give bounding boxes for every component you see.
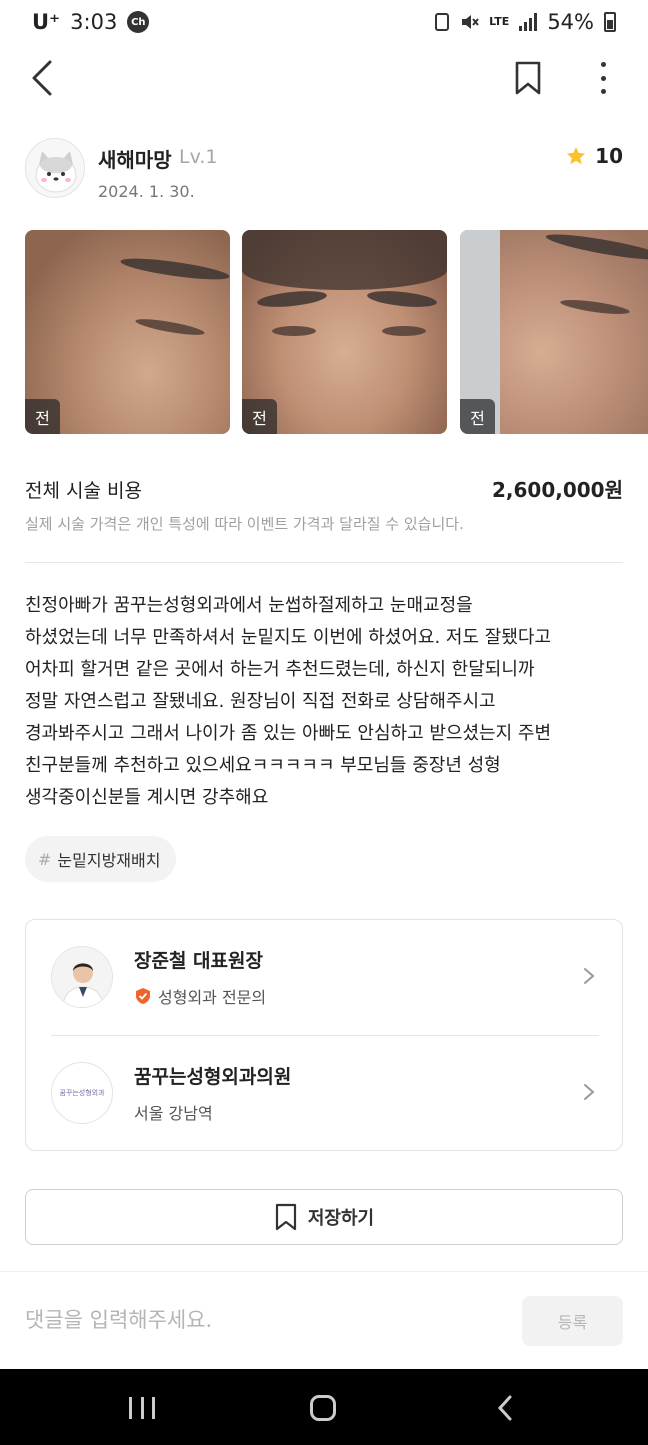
comment-bar: 등록 — [0, 1271, 648, 1369]
author-name[interactable]: 새해마망 — [98, 144, 172, 173]
photo-tag: 전 — [25, 399, 60, 434]
more-vertical-icon[interactable] — [588, 60, 618, 96]
battery-saver-icon — [435, 13, 450, 31]
clinic-row[interactable]: 꿈꾸는성형외과 꿈꾸는성형외과의원 서울 강남역 — [26, 1036, 622, 1152]
doctor-specialty: 성형외과 전문의 — [134, 984, 266, 1008]
review-line: 경과봐주시고 그래서 나이가 좀 있는 아빠도 안심하고 받으셨는지 주변 — [25, 723, 552, 744]
bookmark-icon — [275, 1203, 296, 1231]
author-header: 새해마망 Lv.1 2024. 1. 30. 10 — [25, 138, 623, 202]
cat-avatar-icon — [35, 151, 77, 193]
post-date: 2024. 1. 30. — [98, 182, 195, 201]
photo-carousel[interactable]: 전 전 전 — [25, 230, 648, 435]
specialty-text: 성형외과 전문의 — [158, 988, 267, 1007]
review-line: 정말 자연스럽고 잘됐네요. 원장님이 직접 전화로 상담해주시고 — [25, 691, 496, 712]
comment-input[interactable] — [25, 1296, 495, 1344]
signal-icon — [519, 13, 538, 31]
review-line: 하셨었는데 너무 만족하셔서 눈밑지도 이번에 하셨어요. 저도 잘됐다고 — [25, 627, 552, 648]
system-nav-bar — [0, 1369, 648, 1445]
author-level: Lv.1 — [179, 146, 218, 168]
battery-percent: 54% — [547, 10, 594, 34]
total-cost-label: 전체 시술 비용 — [25, 480, 142, 502]
doctor-avatar — [51, 946, 113, 1008]
chevron-right-icon — [584, 968, 595, 984]
doctor-clinic-card: 장준철 대표원장 성형외과 전문의 꿈꾸는성형외과 꿈꾸는성형외과의원 서울 강… — [25, 919, 623, 1151]
doctor-photo-icon — [52, 947, 112, 1007]
rating-value: 10 — [595, 144, 623, 168]
bookmark-icon[interactable] — [512, 60, 544, 96]
home-icon[interactable] — [310, 1395, 336, 1421]
review-body: 친정아빠가 꿈꾸는성형외과에서 눈썹하절제하고 눈매교정을 하셨었는데 너무 만… — [25, 590, 623, 814]
cost-disclaimer: 실제 시술 가격은 개인 특성에 따라 이벤트 가격과 달라질 수 있습니다. — [25, 515, 464, 533]
review-line: 친구분들께 추천하고 있으세요ㅋㅋㅋㅋㅋ 부모님들 중장년 성형 — [25, 755, 501, 776]
clinic-location-text: 서울 강남역 — [134, 1104, 213, 1123]
clinic-logo-text: 꿈꾸는성형외과 — [59, 1089, 105, 1097]
status-right: LTE 54% — [435, 10, 616, 34]
chevron-right-icon — [584, 1084, 595, 1100]
photo-before-2[interactable]: 전 — [242, 230, 447, 434]
rating: 10 — [565, 144, 623, 168]
save-button[interactable]: 저장하기 — [25, 1189, 623, 1245]
photo-before-1[interactable]: 전 — [25, 230, 230, 434]
photo-tag: 전 — [460, 399, 495, 434]
battery-icon — [604, 12, 616, 32]
status-bar: U⁺ 3:03 Ch LTE 54% — [0, 0, 648, 44]
back-icon[interactable] — [496, 1394, 514, 1422]
clinic-name: 꿈꾸는성형외과의원 — [134, 1066, 292, 1088]
photo-tag: 전 — [242, 399, 277, 434]
save-button-label: 저장하기 — [307, 1208, 375, 1229]
review-line: 생각중이신분들 계시면 강추해요 — [25, 787, 269, 808]
divider — [25, 562, 623, 563]
status-left: U⁺ 3:03 Ch — [32, 10, 150, 34]
clinic-logo: 꿈꾸는성형외과 — [51, 1062, 113, 1124]
recent-apps-icon[interactable] — [129, 1397, 155, 1419]
carrier-label: U⁺ — [32, 10, 61, 34]
top-nav — [0, 44, 648, 112]
clock: 3:03 — [70, 10, 118, 34]
clinic-location: 서울 강남역 — [134, 1100, 213, 1124]
total-cost-value: 2,600,000원 — [491, 478, 623, 502]
review-line: 어차피 할거면 같은 곳에서 하는거 추천드렸는데, 하신지 한달되니까 — [25, 659, 535, 680]
hashtag-text: 눈밑지방재배치 — [57, 851, 161, 870]
verified-badge-icon — [136, 988, 150, 1004]
doctor-name: 장준철 대표원장 — [134, 950, 263, 972]
submit-comment-button[interactable]: 등록 — [522, 1296, 623, 1346]
photo-before-3[interactable]: 전 — [460, 230, 648, 434]
chevron-left-icon[interactable] — [26, 58, 62, 98]
star-icon — [566, 146, 586, 165]
hashtag-chip[interactable]: # 눈밑지방재배치 — [25, 836, 177, 882]
network-type: LTE — [489, 15, 510, 28]
avatar[interactable] — [25, 138, 85, 198]
hash-icon: # — [38, 849, 52, 869]
mute-icon — [462, 15, 479, 29]
doctor-row[interactable]: 장준철 대표원장 성형외과 전문의 — [26, 920, 622, 1036]
chat-badge-icon: Ch — [127, 11, 150, 33]
review-line: 친정아빠가 꿈꾸는성형외과에서 눈썹하절제하고 눈매교정을 — [25, 595, 473, 616]
